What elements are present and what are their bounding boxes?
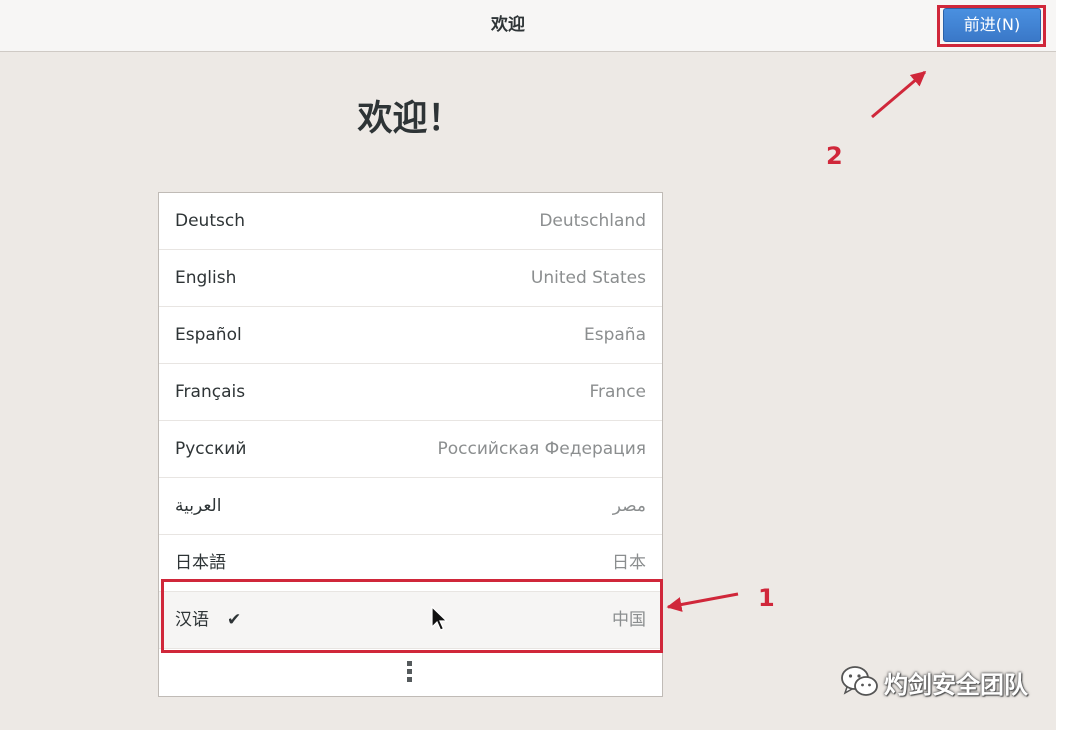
language-list: Deutsch Deutschland English United State… [158, 192, 663, 697]
language-row-english[interactable]: English United States [159, 250, 662, 307]
language-name: Français [175, 382, 246, 402]
language-row-chinese[interactable]: 汉语 ✔ 中国 [159, 592, 662, 649]
page-title: 欢迎！ [357, 99, 463, 139]
language-region: مصر [612, 496, 646, 516]
wechat-icon [841, 666, 878, 696]
watermark: 灼剑安全团队 [840, 664, 1028, 700]
language-row-russian[interactable]: Русский Российская Федерация [159, 421, 662, 478]
header-bar: 欢迎 前进(N) [0, 0, 1056, 52]
language-name: Español [175, 325, 242, 345]
annotation-label-1: 1 [758, 584, 775, 612]
more-languages-button[interactable] [159, 649, 662, 696]
language-row-espanol[interactable]: Español España [159, 307, 662, 364]
language-region: France [589, 382, 646, 402]
language-name: Русский [175, 439, 247, 459]
window-edge [1056, 0, 1080, 730]
language-region: Российская Федерация [437, 439, 646, 459]
next-button[interactable]: 前进(N) [943, 8, 1041, 42]
header-title: 欢迎 [491, 15, 525, 35]
annotation-label-2: 2 [826, 142, 843, 170]
language-region: United States [530, 268, 646, 288]
language-region: España [584, 325, 646, 345]
vertical-dots-icon [407, 661, 413, 685]
language-region: Deutschland [539, 211, 646, 231]
language-name: 日本語 [175, 553, 226, 573]
language-name: 汉语 [175, 610, 209, 630]
mouse-pointer-icon [431, 606, 448, 631]
language-region: 日本 [612, 553, 646, 573]
setup-window: 欢迎 前进(N) 欢迎！ Deutsch Deutschland English… [0, 0, 1056, 730]
checkmark-icon: ✔ [227, 610, 242, 630]
language-row-japanese[interactable]: 日本語 日本 [159, 535, 662, 592]
language-row-francais[interactable]: Français France [159, 364, 662, 421]
language-name: English [175, 268, 237, 288]
language-region: 中国 [612, 610, 646, 630]
watermark-text: 灼剑安全团队 [884, 670, 1028, 699]
language-name: Deutsch [175, 211, 245, 231]
language-name: العربية [175, 496, 222, 516]
language-row-deutsch[interactable]: Deutsch Deutschland [159, 193, 662, 250]
language-row-arabic[interactable]: العربية مصر [159, 478, 662, 535]
